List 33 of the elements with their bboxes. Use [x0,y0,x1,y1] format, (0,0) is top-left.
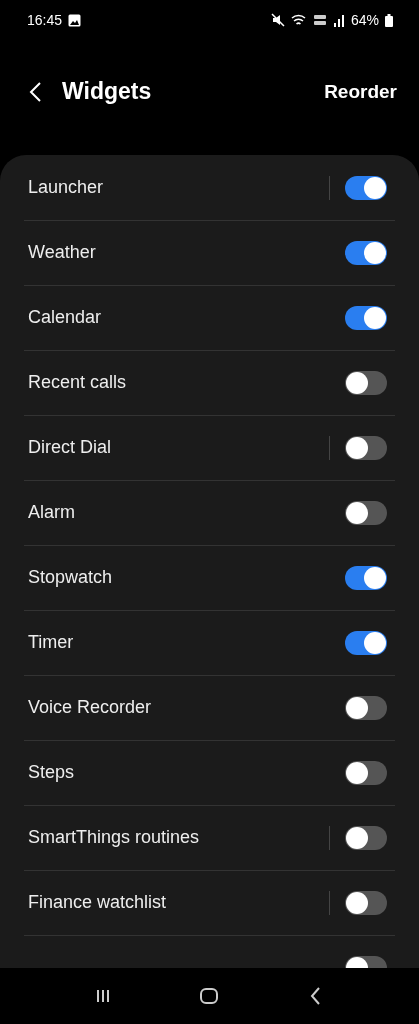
toggle-switch[interactable] [345,175,387,200]
mute-icon [270,13,285,27]
page-title: Widgets [62,78,153,105]
widget-label: Steps [28,762,76,783]
toggle-switch[interactable] [345,370,387,395]
widget-label: Stopwatch [28,567,114,588]
toggle-switch[interactable] [345,435,387,460]
widget-label: Weather [28,242,97,263]
toggle-switch[interactable] [345,760,387,785]
toggle-switch[interactable] [345,825,387,850]
battery-icon [385,13,393,27]
widget-label: Finance watchlist [28,892,168,913]
signal-icon [332,13,345,27]
wifi-icon [290,13,307,27]
toggle-switch[interactable] [345,890,387,915]
widget-label: SmartThings routines [28,827,201,848]
battery-percent: 64% [350,12,379,28]
widget-label: Timer [28,632,75,653]
status-time: 16:45 [27,12,63,28]
widget-label: Voice Recorder [28,697,153,718]
toggle-switch[interactable] [345,500,387,525]
widget-label: Recent calls [28,372,128,393]
toggle-switch[interactable] [345,565,387,590]
toggle-switch[interactable] [345,695,387,720]
reorder-button[interactable]: Reorder [324,80,397,103]
widget-label: Direct Dial [28,437,112,458]
widget-label: Alarm [28,502,76,523]
image-icon [68,13,82,27]
widget-label: Calendar [28,307,103,328]
toggle-switch[interactable] [345,305,387,330]
widget-label: Launcher [28,177,105,198]
toggle-switch[interactable] [345,630,387,655]
toggle-switch[interactable] [345,240,387,265]
